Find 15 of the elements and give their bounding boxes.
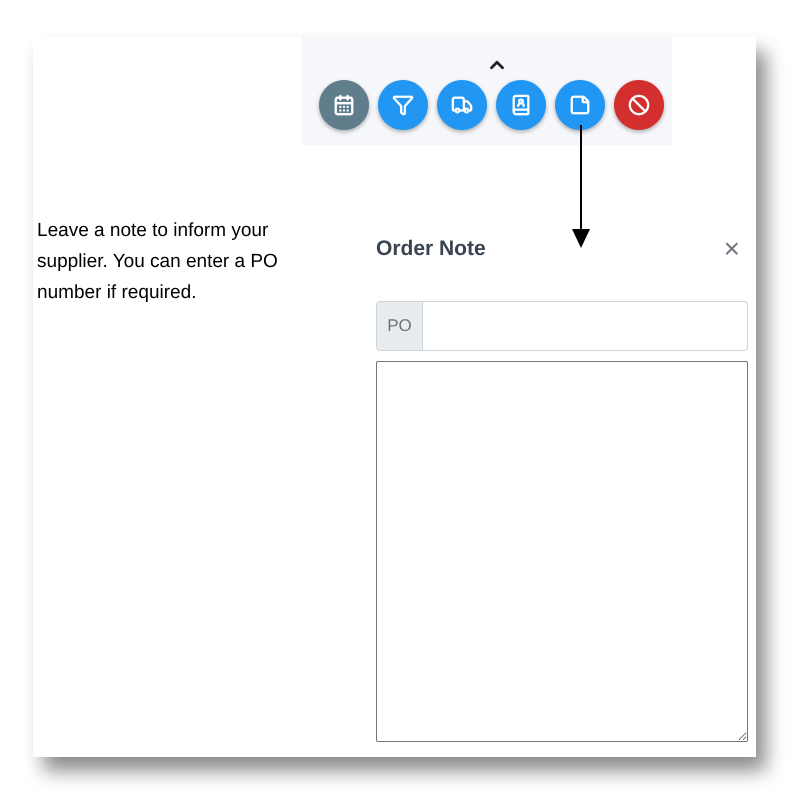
toolbar-button[interactable] xyxy=(318,80,368,130)
prohibited-icon xyxy=(628,94,650,116)
close-button[interactable]: × xyxy=(724,234,740,263)
toolbar-button[interactable] xyxy=(614,80,664,130)
help-text: Leave a note to inform your supplier. You can enter a PO number if required. xyxy=(37,219,279,305)
contact-card-icon xyxy=(510,94,532,116)
po-prefix: PO xyxy=(377,302,423,350)
toolbar-button[interactable] xyxy=(554,80,604,130)
filter-icon xyxy=(392,94,414,116)
toolbar-button[interactable] xyxy=(378,80,428,130)
po-field[interactable]: PO xyxy=(376,300,748,350)
calendar-icon xyxy=(332,94,354,116)
truck-icon xyxy=(450,94,472,116)
note-icon xyxy=(568,94,590,116)
dialog-title: Order Note xyxy=(376,236,486,262)
